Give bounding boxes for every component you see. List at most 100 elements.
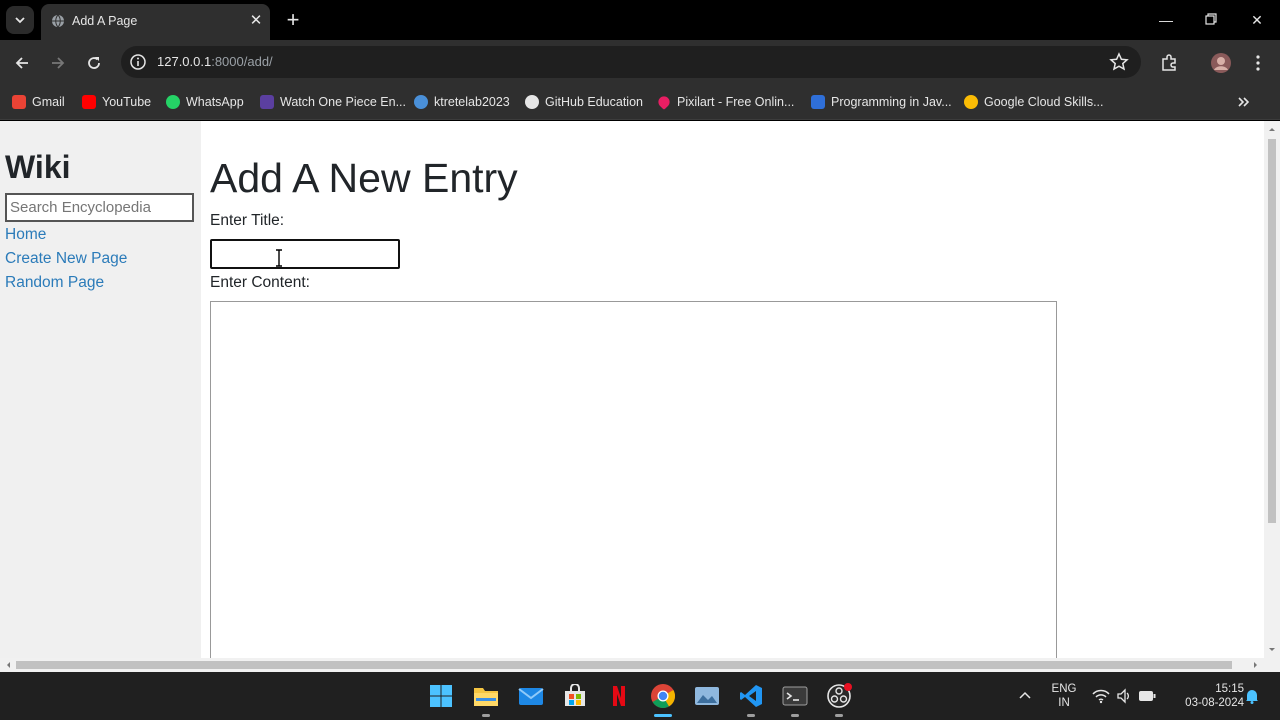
- profile-avatar[interactable]: [1209, 51, 1233, 75]
- globe-icon: [52, 14, 64, 28]
- windows-taskbar: ENG IN 15:15 03-08-2024: [0, 672, 1280, 720]
- bookmark-github-education[interactable]: GitHub Education: [525, 93, 643, 111]
- avatar-icon: [1211, 53, 1231, 73]
- title-input[interactable]: [210, 239, 400, 269]
- browser-toolbar: 127.0.0.1:8000/add/: [0, 40, 1280, 85]
- wifi-icon: [1092, 689, 1110, 704]
- bookmark-one-piece[interactable]: Watch One Piece En...: [260, 93, 406, 111]
- heart-icon: [656, 94, 672, 110]
- chevron-down-icon: [15, 17, 25, 24]
- region-label: IN: [1058, 697, 1070, 709]
- arrow-left-icon: [15, 57, 28, 69]
- restore-button[interactable]: [1201, 10, 1221, 30]
- language-indicator[interactable]: ENG IN: [1048, 682, 1080, 710]
- battery-icon: [1139, 691, 1156, 701]
- show-hidden-icons-button[interactable]: [1011, 682, 1039, 710]
- browser-tab-active[interactable]: Add A Page ✕: [41, 4, 270, 40]
- running-indicator: [835, 714, 843, 717]
- scroll-left-icon[interactable]: [2, 658, 14, 672]
- running-indicator: [791, 714, 799, 717]
- bookmark-gmail[interactable]: Gmail: [12, 93, 65, 111]
- minimize-button[interactable]: —: [1156, 10, 1176, 30]
- tab-search-button[interactable]: [6, 6, 34, 34]
- bookmark-whatsapp[interactable]: WhatsApp: [166, 93, 244, 111]
- clock-date: 03-08-2024: [1185, 697, 1244, 709]
- scroll-right-icon[interactable]: [1250, 658, 1262, 672]
- bookmark-label: Google Cloud Skills...: [984, 95, 1104, 109]
- bookmark-label: Gmail: [32, 95, 65, 109]
- nav-link-random-page[interactable]: Random Page: [5, 274, 104, 292]
- horizontal-scrollbar[interactable]: [0, 658, 1264, 672]
- bookmarks-overflow-button[interactable]: [1236, 93, 1250, 111]
- restore-icon: [1205, 13, 1217, 25]
- bookmark-pixilart[interactable]: Pixilart - Free Onlin...: [656, 93, 795, 111]
- nav-link-home[interactable]: Home: [5, 226, 46, 244]
- terminal-button[interactable]: [781, 682, 809, 710]
- chrome-button[interactable]: [649, 682, 677, 710]
- site-info-icon[interactable]: [129, 53, 147, 71]
- bookmark-ktretelab[interactable]: ktretelab2023: [414, 93, 510, 111]
- tab-close-button[interactable]: ✕: [247, 12, 265, 30]
- netflix-button[interactable]: [605, 682, 633, 710]
- github-icon: [525, 95, 539, 109]
- bookmark-youtube[interactable]: YouTube: [82, 93, 151, 111]
- extensions-button[interactable]: [1157, 51, 1181, 75]
- content-textarea[interactable]: [210, 301, 1057, 658]
- active-app-indicator: [654, 714, 672, 717]
- folder-icon: [474, 688, 498, 706]
- forward-button[interactable]: [46, 51, 70, 75]
- url-host: 127.0.0.1: [157, 54, 212, 69]
- photos-button[interactable]: [693, 682, 721, 710]
- obs-button[interactable]: [825, 682, 853, 710]
- swayam-icon: [811, 95, 825, 109]
- url-text: 127.0.0.1:8000/add/: [157, 54, 273, 69]
- language-label: ENG: [1051, 683, 1077, 695]
- netflix-icon: [613, 686, 625, 706]
- vertical-scrollbar[interactable]: [1264, 121, 1280, 658]
- horizontal-scrollbar-thumb[interactable]: [16, 661, 1232, 669]
- search-input[interactable]: [5, 193, 194, 222]
- vscode-button[interactable]: [737, 682, 765, 710]
- store-icon: [565, 684, 585, 706]
- reload-icon: [88, 57, 100, 69]
- notifications-button[interactable]: [1240, 682, 1264, 710]
- more-vertical-icon: [1256, 55, 1260, 71]
- file-explorer-button[interactable]: [472, 682, 500, 710]
- volume-icon: [1117, 688, 1129, 704]
- start-button[interactable]: [427, 682, 455, 710]
- bookmark-star-icon[interactable]: [1109, 52, 1129, 72]
- running-indicator: [482, 714, 490, 717]
- content-label: Enter Content:: [210, 274, 310, 291]
- address-bar[interactable]: 127.0.0.1:8000/add/: [121, 46, 1141, 78]
- double-chevron-right-icon: [1238, 97, 1250, 107]
- quick-settings-button[interactable]: [1088, 682, 1160, 710]
- bookmark-label: Watch One Piece En...: [280, 95, 406, 109]
- bookmark-label: ktretelab2023: [434, 95, 510, 109]
- mail-button[interactable]: [517, 682, 545, 710]
- arrow-right-icon: [52, 57, 65, 69]
- bookmark-programming-java[interactable]: Programming in Jav...: [811, 93, 952, 111]
- microsoft-store-button[interactable]: [561, 682, 589, 710]
- tab-title: Add A Page: [72, 14, 138, 28]
- close-window-button[interactable]: ✕: [1247, 10, 1267, 30]
- bookmark-label: WhatsApp: [186, 95, 244, 109]
- clock-time: 15:15: [1215, 683, 1244, 695]
- chevron-up-icon: [1019, 691, 1031, 699]
- windows-logo-icon: [430, 685, 452, 707]
- new-tab-button[interactable]: +: [282, 9, 304, 31]
- vertical-scrollbar-thumb[interactable]: [1268, 139, 1276, 523]
- scroll-up-icon[interactable]: [1264, 123, 1280, 135]
- back-button[interactable]: [10, 51, 34, 75]
- browser-menu-button[interactable]: [1246, 51, 1270, 75]
- whatsapp-icon: [166, 95, 180, 109]
- mail-icon: [518, 688, 544, 705]
- puzzle-icon: [1162, 54, 1176, 71]
- clock[interactable]: 15:15 03-08-2024: [1168, 682, 1244, 710]
- reload-button[interactable]: [82, 51, 106, 75]
- scroll-down-icon[interactable]: [1264, 644, 1280, 656]
- text-cursor-icon: [276, 249, 282, 267]
- nav-link-create-new-page[interactable]: Create New Page: [5, 250, 127, 268]
- bookmark-label: Pixilart - Free Onlin...: [677, 95, 795, 109]
- bookmark-google-cloud[interactable]: Google Cloud Skills...: [964, 93, 1104, 111]
- sidebar: Wiki Home Create New Page Random Page: [0, 121, 201, 658]
